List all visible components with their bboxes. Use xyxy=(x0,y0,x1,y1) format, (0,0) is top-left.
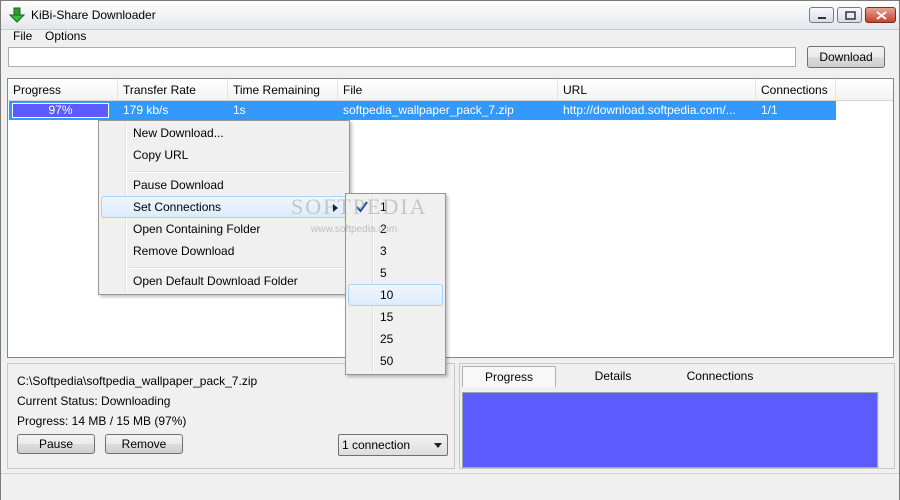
connections-option-10[interactable]: 10 xyxy=(348,284,443,306)
download-arrow-icon xyxy=(8,7,26,23)
column-header-filler xyxy=(836,79,893,101)
column-header-file[interactable]: File xyxy=(338,79,558,101)
menu-item-new-download[interactable]: New Download... xyxy=(101,122,347,144)
row-progress-text: 97% xyxy=(48,103,73,117)
column-header-connections[interactable]: Connections xyxy=(756,79,836,101)
column-header-time-remaining[interactable]: Time Remaining xyxy=(228,79,338,101)
column-header-url[interactable]: URL xyxy=(558,79,756,101)
row-transfer-rate: 179 kb/s xyxy=(123,103,169,117)
detail-status: Current Status: Downloading xyxy=(17,394,171,408)
softpedia-watermark: SOFTPEDIA xyxy=(291,194,428,219)
row-connections: 1/1 xyxy=(761,103,778,117)
connections-option-25[interactable]: 25 xyxy=(348,328,443,350)
tab-connections[interactable]: Connections xyxy=(670,366,770,387)
download-button[interactable]: Download xyxy=(807,46,885,68)
app-window: KiBi-Share Downloader File Options Downl… xyxy=(0,0,900,500)
url-input[interactable] xyxy=(8,47,796,67)
close-button[interactable] xyxy=(865,7,896,23)
connection-count-value: 1 connection xyxy=(342,438,411,452)
menu-item-open-default-folder[interactable]: Open Default Download Folder xyxy=(101,270,347,292)
softpedia-watermark-url: www.softpedia.com xyxy=(311,224,398,235)
connections-option-5[interactable]: 5 xyxy=(348,262,443,284)
graph-scrollbar[interactable] xyxy=(878,392,892,468)
column-header-transfer-rate[interactable]: Transfer Rate xyxy=(118,79,228,101)
row-file: softpedia_wallpaper_pack_7.zip xyxy=(343,103,514,117)
detail-file-path: C:\Softpedia\softpedia_wallpaper_pack_7.… xyxy=(17,374,258,388)
column-header-progress[interactable]: Progress xyxy=(8,79,118,101)
tab-progress[interactable]: Progress xyxy=(462,366,556,387)
connections-submenu: 1 2 3 5 10 15 25 50 xyxy=(345,193,446,375)
connections-option-50[interactable]: 50 xyxy=(348,350,443,372)
menu-separator xyxy=(129,267,345,269)
close-icon xyxy=(876,11,887,20)
menu-item-pause-download[interactable]: Pause Download xyxy=(101,174,347,196)
menu-file[interactable]: File xyxy=(13,29,32,43)
connections-option-3[interactable]: 3 xyxy=(348,240,443,262)
tab-details[interactable]: Details xyxy=(570,366,656,387)
remove-button[interactable]: Remove xyxy=(105,434,183,454)
connection-count-select[interactable]: 1 connection xyxy=(338,434,448,456)
menu-separator xyxy=(129,171,345,173)
minimize-icon xyxy=(818,17,826,19)
window-title: KiBi-Share Downloader xyxy=(31,8,156,22)
status-bar xyxy=(1,473,899,500)
pause-button[interactable]: Pause xyxy=(17,434,95,454)
detail-progress: Progress: 14 MB / 15 MB (97%) xyxy=(17,414,187,428)
title-bar[interactable]: KiBi-Share Downloader xyxy=(1,1,899,30)
maximize-icon xyxy=(845,11,856,20)
connections-option-15[interactable]: 15 xyxy=(348,306,443,328)
table-row[interactable]: 97% 179 kb/s 1s softpedia_wallpaper_pack… xyxy=(9,101,836,120)
row-time-remaining: 1s xyxy=(233,103,246,117)
menu-item-copy-url[interactable]: Copy URL xyxy=(101,144,347,166)
row-url: http://download.softpedia.com/... xyxy=(563,103,736,117)
maximize-button[interactable] xyxy=(837,7,862,23)
info-tab-pane: Progress Details Connections xyxy=(459,363,895,469)
chevron-down-icon xyxy=(434,443,442,448)
minimize-button[interactable] xyxy=(809,7,834,23)
menu-options[interactable]: Options xyxy=(45,29,86,43)
progress-graph xyxy=(462,392,878,468)
menu-bar: File Options xyxy=(1,29,899,45)
row-progress-bar: 97% xyxy=(12,103,109,118)
menu-item-remove-download[interactable]: Remove Download xyxy=(101,240,347,262)
menu-item-set-connections-label: Set Connections xyxy=(133,200,222,214)
